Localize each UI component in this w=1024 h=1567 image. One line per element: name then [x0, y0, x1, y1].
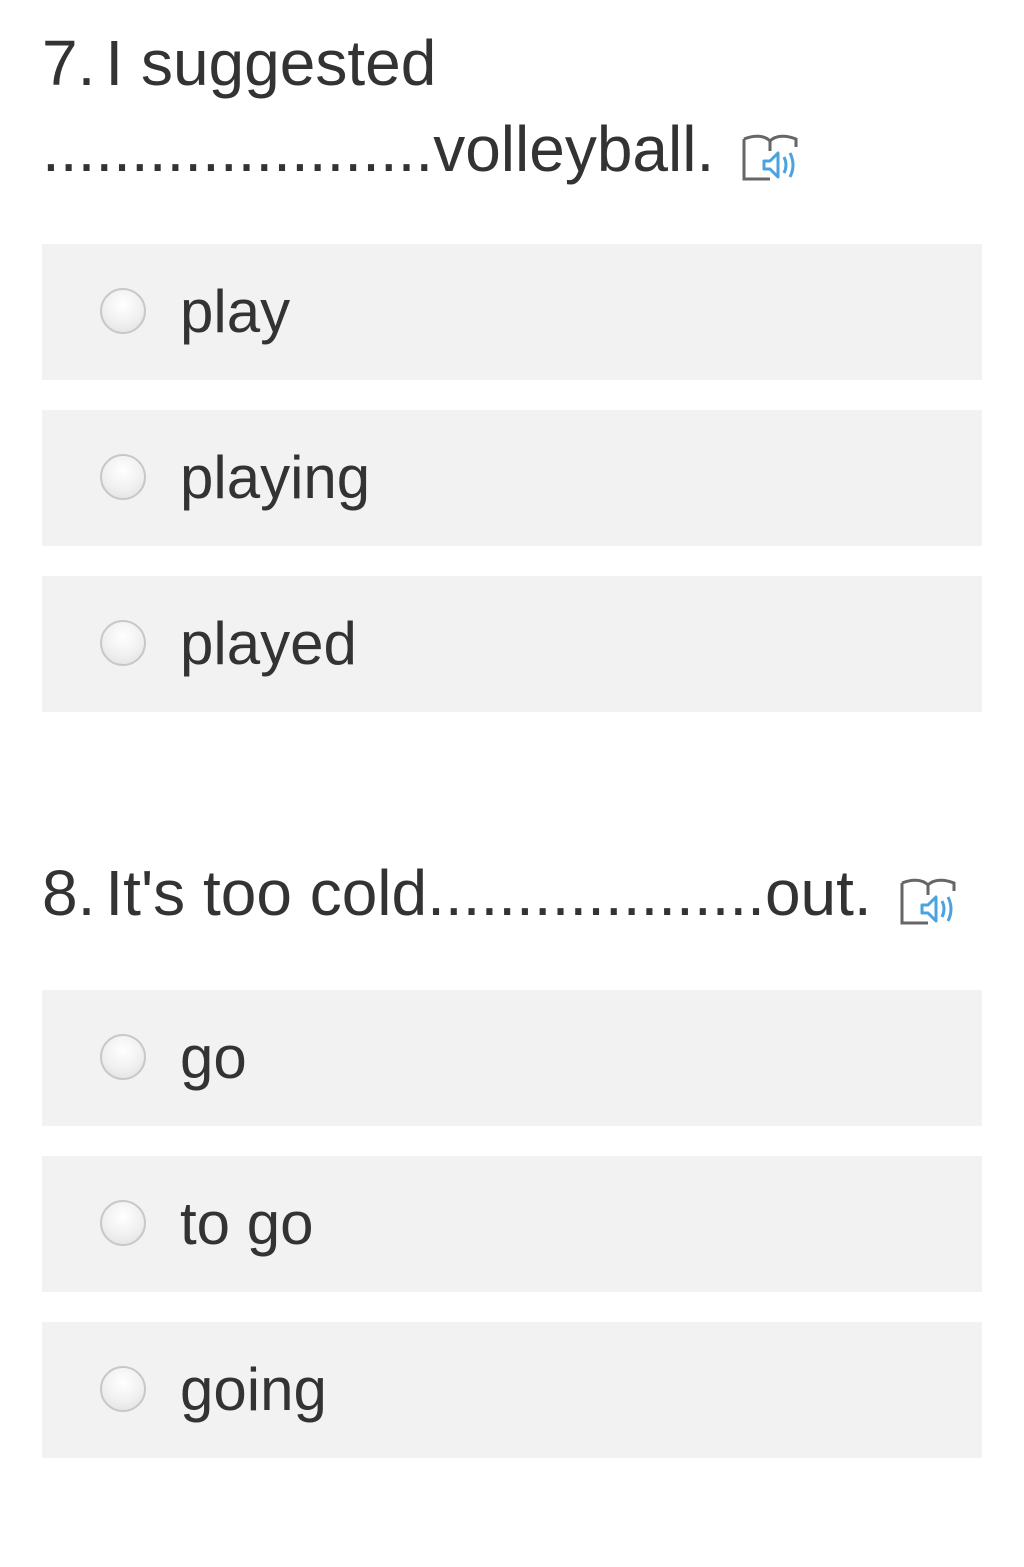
- question-7: 7. I suggested ......................voll…: [42, 20, 982, 712]
- option-label: played: [180, 610, 357, 677]
- radio-button[interactable]: [100, 1034, 146, 1080]
- option-label: going: [180, 1356, 327, 1423]
- options-list: go to go going: [42, 990, 982, 1488]
- radio-button[interactable]: [100, 1366, 146, 1412]
- options-list: play playing played: [42, 244, 982, 742]
- option-play[interactable]: play: [42, 244, 982, 380]
- question-8: 8. It's too cold...................out. g…: [42, 850, 982, 1458]
- option-label: play: [180, 278, 291, 345]
- radio-button[interactable]: [100, 288, 146, 334]
- option-played[interactable]: played: [42, 576, 982, 712]
- radio-button[interactable]: [100, 454, 146, 500]
- option-going[interactable]: going: [42, 1322, 982, 1458]
- question-prompt: 7. I suggested ......................voll…: [42, 20, 982, 192]
- option-label: to go: [180, 1190, 314, 1257]
- option-label: playing: [180, 444, 371, 511]
- question-number: 7.: [42, 27, 96, 99]
- audio-book-icon[interactable]: [740, 120, 802, 181]
- option-to-go[interactable]: to go: [42, 1156, 982, 1292]
- question-text: I suggested ......................volley…: [42, 27, 715, 185]
- audio-book-icon[interactable]: [898, 864, 960, 925]
- option-label: go: [180, 1024, 247, 1091]
- radio-button[interactable]: [100, 620, 146, 666]
- option-playing[interactable]: playing: [42, 410, 982, 546]
- radio-button[interactable]: [100, 1200, 146, 1246]
- option-go[interactable]: go: [42, 990, 982, 1126]
- question-prompt: 8. It's too cold...................out.: [42, 850, 982, 936]
- question-number: 8.: [42, 857, 96, 929]
- question-text: It's too cold...................out.: [105, 857, 872, 929]
